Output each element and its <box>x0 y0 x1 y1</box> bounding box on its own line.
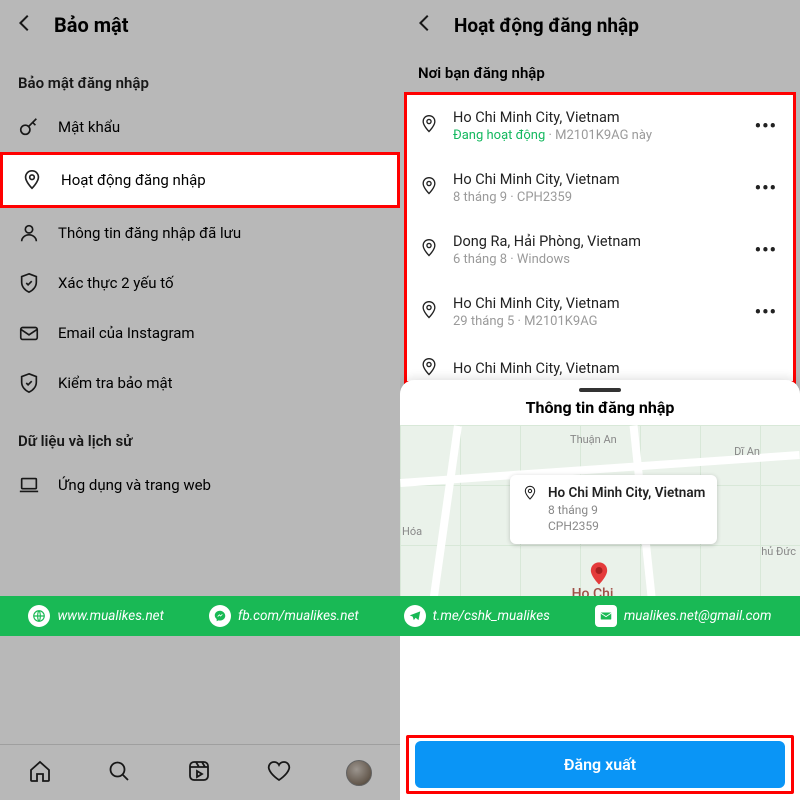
menu-label: Kiểm tra bảo mật <box>58 374 173 392</box>
back-arrow-icon[interactable] <box>14 12 36 38</box>
reels-icon[interactable] <box>187 759 211 787</box>
section-login-security: Bảo mật đăng nhập <box>0 50 400 102</box>
menu-login-activity[interactable]: Hoạt động đăng nhập <box>0 152 400 208</box>
shield-icon <box>18 372 40 394</box>
session-row[interactable]: Ho Chi Minh City, Vietnam Đang hoạt động… <box>407 95 793 157</box>
session-meta: 8 tháng 9 · CPH2359 <box>453 190 737 205</box>
logout-button[interactable]: Đăng xuất <box>415 741 785 788</box>
map-preview[interactable]: Thuận An Dĩ An Hóa hủ Đức Ho Chi Minh Ci… <box>400 425 800 625</box>
key-icon <box>18 116 40 138</box>
back-arrow-icon[interactable] <box>414 12 436 38</box>
location-pin-icon <box>419 114 439 138</box>
map-label: hủ Đức <box>761 545 796 558</box>
more-options-icon[interactable]: ••• <box>751 116 781 137</box>
session-location: Dong Ra, Hải Phòng, Vietnam <box>453 233 737 250</box>
map-label: Dĩ An <box>734 445 760 458</box>
session-meta: 6 tháng 8 · Windows <box>453 252 737 267</box>
session-row[interactable]: Ho Chi Minh City, Vietnam <box>407 343 793 381</box>
map-label: Thuận An <box>570 433 617 446</box>
contact-label: fb.com/mualikes.net <box>238 608 359 624</box>
menu-instagram-email[interactable]: Email của Instagram <box>0 308 400 358</box>
shield-check-icon <box>18 272 40 294</box>
page-title: Hoạt động đăng nhập <box>454 14 639 37</box>
menu-security-check[interactable]: Kiểm tra bảo mật <box>0 358 400 408</box>
mail-icon <box>18 322 40 344</box>
telegram-icon <box>404 605 426 627</box>
session-meta: Đang hoạt động · M2101K9AG này <box>453 128 737 143</box>
session-location: Ho Chi Minh City, Vietnam <box>453 171 737 188</box>
contact-telegram[interactable]: t.me/cshk_mualikes <box>404 605 550 627</box>
contact-label: mualikes.net@gmail.com <box>624 608 772 624</box>
more-options-icon[interactable]: ••• <box>751 178 781 199</box>
location-pin-icon <box>21 169 43 191</box>
menu-label: Ứng dụng và trang web <box>58 476 211 494</box>
map-label: Hóa <box>402 525 422 538</box>
menu-apps-websites[interactable]: Ứng dụng và trang web <box>0 460 400 510</box>
menu-saved-login[interactable]: Thông tin đăng nhập đã lưu <box>0 208 400 258</box>
menu-label: Hoạt động đăng nhập <box>61 171 206 189</box>
contact-label: www.mualikes.net <box>57 608 163 624</box>
session-row[interactable]: Dong Ra, Hải Phòng, Vietnam 6 tháng 8 · … <box>407 219 793 281</box>
laptop-icon <box>18 474 40 496</box>
section-data-history: Dữ liệu và lịch sử <box>0 408 400 460</box>
heart-icon[interactable] <box>267 759 291 787</box>
profile-avatar[interactable] <box>346 760 372 786</box>
session-location: Ho Chi Minh City, Vietnam <box>453 360 781 377</box>
location-pin-icon <box>419 357 439 381</box>
session-meta: 29 tháng 5 · M2101K9AG <box>453 314 737 329</box>
more-options-icon[interactable]: ••• <box>751 240 781 261</box>
map-card-date: 8 tháng 9 <box>548 503 705 519</box>
globe-icon <box>28 605 50 627</box>
menu-label: Xác thực 2 yếu tố <box>58 274 174 292</box>
session-location: Ho Chi Minh City, Vietnam <box>453 109 737 126</box>
login-activity-header: Hoạt động đăng nhập <box>400 0 800 50</box>
sheet-drag-handle[interactable] <box>579 388 621 392</box>
menu-password[interactable]: Mật khẩu <box>0 102 400 152</box>
contact-label: t.me/cshk_mualikes <box>433 608 550 624</box>
map-info-card: Ho Chi Minh City, Vietnam 8 tháng 9 CPH2… <box>510 475 717 544</box>
map-card-device: CPH2359 <box>548 519 705 535</box>
sessions-list: Ho Chi Minh City, Vietnam Đang hoạt động… <box>404 92 796 384</box>
contact-website[interactable]: www.mualikes.net <box>28 605 163 627</box>
security-header: Bảo mật <box>0 0 400 50</box>
home-icon[interactable] <box>28 759 52 787</box>
menu-label: Thông tin đăng nhập đã lưu <box>58 224 241 242</box>
menu-two-factor[interactable]: Xác thực 2 yếu tố <box>0 258 400 308</box>
session-row[interactable]: Ho Chi Minh City, Vietnam 29 tháng 5 · M… <box>407 281 793 343</box>
location-pin-icon <box>419 238 439 262</box>
location-pin-icon <box>419 300 439 324</box>
sheet-title: Thông tin đăng nhập <box>400 398 800 425</box>
bottom-nav <box>0 744 400 800</box>
contact-bar: www.mualikes.net fb.com/mualikes.net t.m… <box>0 596 800 636</box>
location-pin-icon <box>419 176 439 200</box>
envelope-icon <box>595 605 617 627</box>
menu-label: Mật khẩu <box>58 118 120 136</box>
messenger-icon <box>209 605 231 627</box>
where-logged-in-label: Nơi bạn đăng nhập <box>400 50 800 92</box>
contact-email[interactable]: mualikes.net@gmail.com <box>595 605 772 627</box>
session-location: Ho Chi Minh City, Vietnam <box>453 295 737 312</box>
page-title: Bảo mật <box>54 13 129 37</box>
map-card-location: Ho Chi Minh City, Vietnam <box>548 485 705 501</box>
search-icon[interactable] <box>107 759 131 787</box>
location-pin-icon <box>522 485 538 505</box>
menu-label: Email của Instagram <box>58 324 195 342</box>
more-options-icon[interactable]: ••• <box>751 302 781 323</box>
login-info-sheet: Thông tin đăng nhập Thuận An Dĩ An Hóa h… <box>400 380 800 800</box>
session-row[interactable]: Ho Chi Minh City, Vietnam 8 tháng 9 · CP… <box>407 157 793 219</box>
person-icon <box>18 222 40 244</box>
contact-facebook[interactable]: fb.com/mualikes.net <box>209 605 359 627</box>
